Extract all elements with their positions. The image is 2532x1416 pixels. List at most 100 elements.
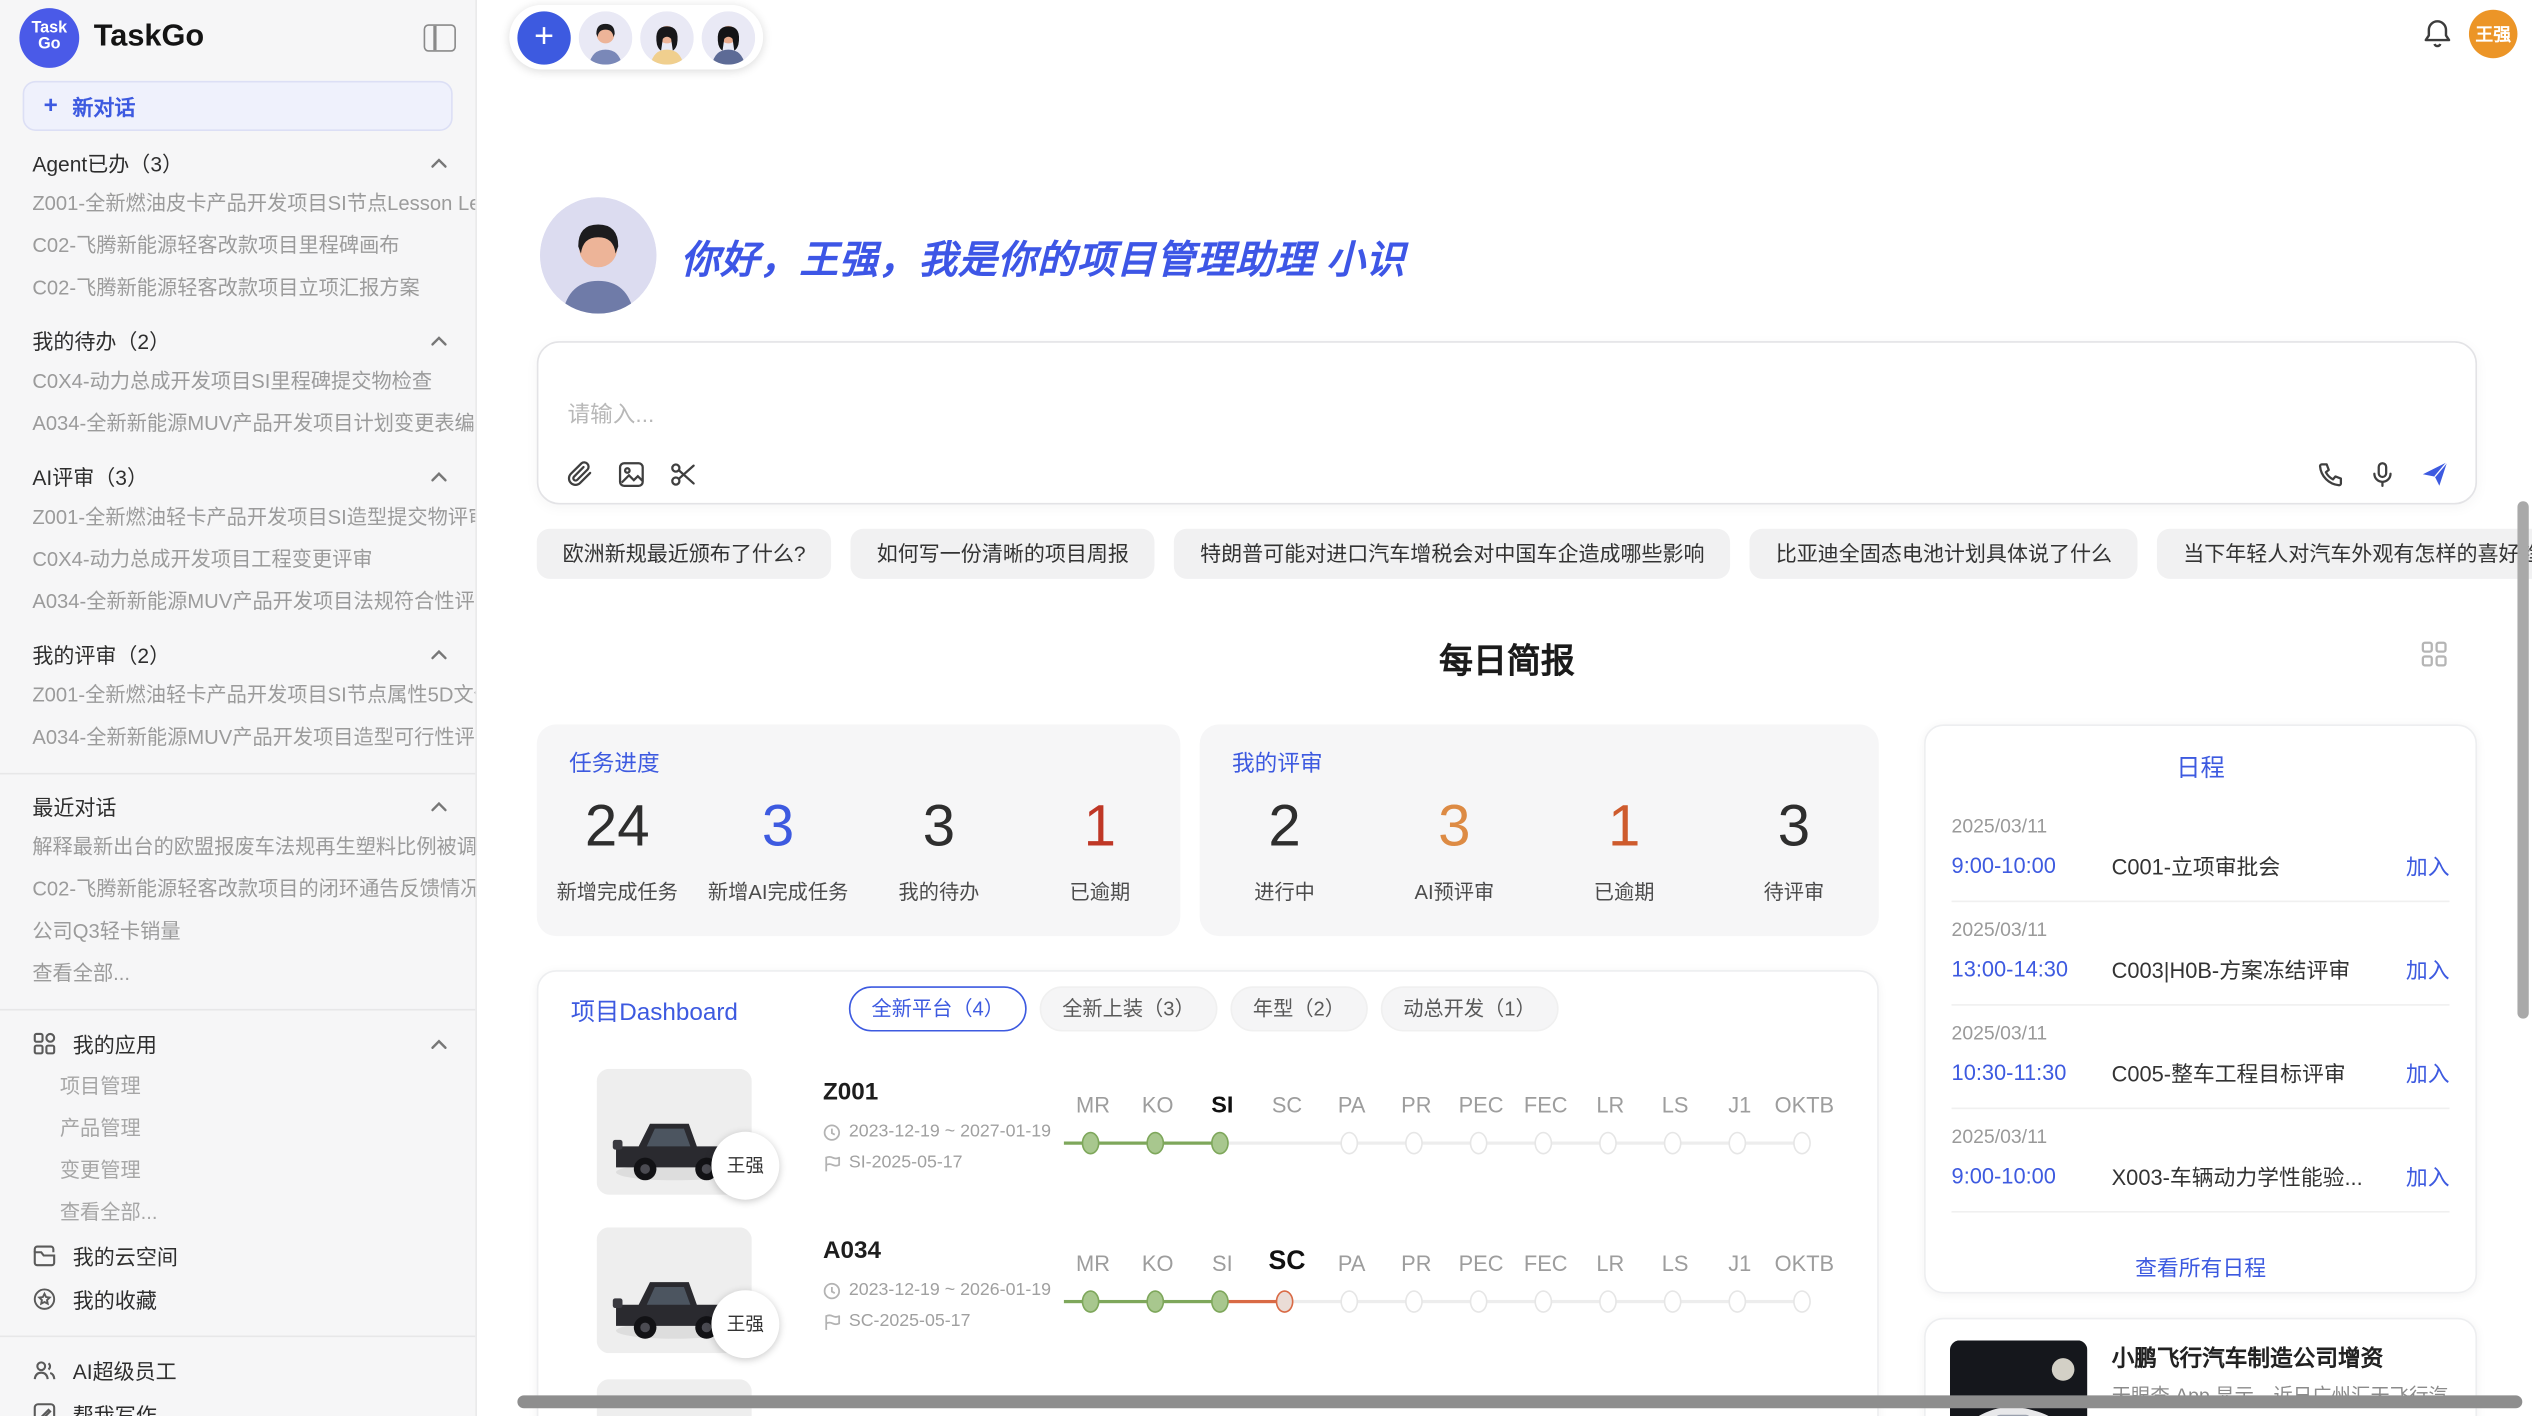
- owner-badge: 王强: [711, 1132, 779, 1200]
- project-name: A034: [823, 1237, 881, 1264]
- dashboard-tab[interactable]: 年型（2）: [1230, 986, 1367, 1031]
- milestone-dot-PA: [1340, 1132, 1358, 1155]
- sidebar-task-item[interactable]: C02-飞腾新能源轻客改款项目立项汇报方案: [0, 267, 475, 309]
- my-apps-label: 我的应用: [73, 1028, 413, 1059]
- scissors-icon[interactable]: [669, 461, 696, 488]
- suggestion-chip[interactable]: 欧洲新规最近颁布了什么?: [537, 529, 832, 579]
- taskgo-logo: Task Go: [19, 7, 79, 67]
- sidebar-item-tool[interactable]: AI超级员工: [0, 1348, 475, 1392]
- chevron-up-icon[interactable]: [428, 331, 449, 350]
- project-row[interactable]: 王强A0342023-12-19 ~ 2026-01-19SC-2025-05-…: [538, 1211, 1877, 1369]
- sidebar-app-link[interactable]: 变更管理: [0, 1150, 475, 1192]
- add-assistant-button[interactable]: +: [517, 11, 570, 64]
- sidebar-item-tool[interactable]: 帮我写作: [0, 1392, 475, 1416]
- event-join-link[interactable]: 加入: [2406, 1159, 2450, 1191]
- event-join-link[interactable]: 加入: [2406, 1056, 2450, 1088]
- sidebar-group-header[interactable]: Agent已办（3）: [0, 142, 475, 182]
- event-time: 13:00-14:30: [1952, 956, 2112, 980]
- image-icon[interactable]: [618, 461, 645, 488]
- stat-metric: 3我的待办: [859, 792, 1020, 905]
- chevron-up-icon[interactable]: [428, 1034, 449, 1053]
- suggestion-chip[interactable]: 特朗普可能对进口汽车增税会对中国车企造成哪些影响: [1174, 529, 1730, 579]
- stat-value: 3: [1369, 792, 1539, 860]
- recent-chats-title: 最近对话: [32, 791, 428, 822]
- sidebar-group-header[interactable]: 我的待办（2）: [0, 320, 475, 360]
- sidebar-task-item[interactable]: Z001-全新燃油皮卡产品开发项目SI节点Lesson Learn报告: [0, 183, 475, 225]
- phone-icon[interactable]: [2317, 460, 2344, 487]
- sidebar-group-header[interactable]: 我的评审（2）: [0, 634, 475, 674]
- recent-chat-item[interactable]: 解释最新出台的欧盟报废车法规再生塑料比例被调到15%...: [0, 826, 475, 868]
- divider: [0, 773, 475, 775]
- chevron-up-icon[interactable]: [428, 466, 449, 485]
- sidebar-app-link[interactable]: 产品管理: [0, 1108, 475, 1150]
- stat-metric: 1已逾期: [1019, 792, 1180, 905]
- assistant-switcher: +: [509, 5, 763, 70]
- sidebar-task-item[interactable]: C0X4-动力总成开发项目SI里程碑提交物检查: [0, 361, 475, 403]
- sidebar-task-item[interactable]: A034-全新新能源MUV产品开发项目计划变更表编写: [0, 403, 475, 445]
- milestone-label-SC: SC: [1255, 1093, 1320, 1117]
- chevron-up-icon[interactable]: [428, 796, 449, 815]
- assistant-avatar-3[interactable]: [702, 11, 755, 64]
- recent-chat-item[interactable]: C02-飞腾新能源轻客改款项目的闭环通告反馈情况: [0, 868, 475, 910]
- user-avatar[interactable]: 王强: [2469, 10, 2518, 59]
- new-chat-button[interactable]: + 新对话: [23, 81, 453, 131]
- suggestion-chip[interactable]: 比亚迪全固态电池计划具体说了什么: [1750, 529, 2138, 579]
- sidebar-task-item[interactable]: Z001-全新燃油轻卡产品开发项目SI节点属性5D文件评审: [0, 674, 475, 716]
- milestone-dot-PR: [1405, 1132, 1423, 1155]
- sidebar-task-item[interactable]: C0X4-动力总成开发项目工程变更评审: [0, 538, 475, 580]
- briefing-layout-icon[interactable]: [2420, 640, 2447, 667]
- sidebar-app-link[interactable]: 项目管理: [0, 1066, 475, 1108]
- event-date: 2025/03/11: [1952, 807, 2450, 838]
- sidebar-item-my-apps[interactable]: 我的应用: [0, 1022, 475, 1066]
- milestone-label-KO: KO: [1125, 1251, 1190, 1275]
- sidebar-item-cloud-space[interactable]: 我的云空间: [0, 1234, 475, 1278]
- milestone-label-PA: PA: [1319, 1093, 1384, 1117]
- stat-label: 已逾期: [1019, 875, 1180, 906]
- project-row[interactable]: 王强Z0012023-12-19 ~ 2027-01-19SI-2025-05-…: [538, 1053, 1877, 1211]
- view-all-schedule-link[interactable]: 查看所有日程: [1926, 1250, 2476, 1282]
- stat-metric: 3待评审: [1709, 792, 1879, 905]
- schedule-event: 2025/03/119:00-10:00C001-立项审批会加入: [1952, 807, 2450, 910]
- recent-chat-item[interactable]: 公司Q3轻卡销量: [0, 910, 475, 952]
- event-join-link[interactable]: 加入: [2406, 849, 2450, 881]
- sidebar-task-item[interactable]: Z001-全新燃油轻卡产品开发项目SI造型提交物评审: [0, 496, 475, 538]
- sidebar-app-link[interactable]: 查看全部...: [0, 1192, 475, 1234]
- chevron-up-icon[interactable]: [428, 644, 449, 663]
- dashboard-tab[interactable]: 全新上装（3）: [1040, 986, 1218, 1031]
- assistant-avatar-2[interactable]: [640, 11, 693, 64]
- vertical-scrollbar[interactable]: [2517, 501, 2528, 1018]
- assistant-avatar-1[interactable]: [579, 11, 632, 64]
- microphone-icon[interactable]: [2369, 460, 2396, 487]
- milestone-label-PR: PR: [1384, 1093, 1449, 1117]
- event-date: 2025/03/11: [1952, 1117, 2450, 1148]
- suggestion-chip[interactable]: 如何写一份清晰的项目周报: [851, 529, 1155, 579]
- milestone-dot-FEC: [1534, 1290, 1552, 1313]
- sidebar-collapse-icon[interactable]: [424, 23, 456, 50]
- dashboard-tab[interactable]: 动总开发（1）: [1381, 986, 1559, 1031]
- divider: [0, 1336, 475, 1338]
- dashboard-tab[interactable]: 全新平台（4）: [849, 986, 1027, 1031]
- send-icon[interactable]: [2420, 459, 2449, 488]
- milestone-dot-LR: [1599, 1132, 1617, 1155]
- chevron-up-icon[interactable]: [428, 153, 449, 172]
- notification-bell-icon[interactable]: [2422, 18, 2453, 50]
- news-title: 小鹏飞行汽车制造公司增资: [2112, 1342, 2453, 1374]
- sidebar-group-header[interactable]: AI评审（3）: [0, 456, 475, 496]
- chat-input[interactable]: [564, 395, 1961, 447]
- stat-value: 3: [859, 792, 1020, 860]
- recent-chats-header[interactable]: 最近对话: [0, 786, 475, 826]
- horizontal-scrollbar[interactable]: [517, 1395, 2522, 1408]
- sidebar-item-favorites[interactable]: 我的收藏: [0, 1277, 475, 1321]
- event-join-link[interactable]: 加入: [2406, 952, 2450, 984]
- recent-chat-item[interactable]: 查看全部...: [0, 952, 475, 994]
- sidebar-task-item[interactable]: C02-飞腾新能源轻客改款项目里程碑画布: [0, 225, 475, 267]
- milestone-label-LR: LR: [1578, 1093, 1643, 1117]
- milestone-segment: [1222, 1142, 1287, 1145]
- suggestion-chip[interactable]: 当下年轻人对汽车外观有怎样的喜好趋势: [2157, 529, 2532, 579]
- sidebar-task-item[interactable]: A034-全新新能源MUV产品开发项目法规符合性评审: [0, 580, 475, 622]
- attachment-icon[interactable]: [566, 461, 593, 488]
- sidebar-task-item[interactable]: A034-全新新能源MUV产品开发项目造型可行性评审: [0, 716, 475, 758]
- assistant-hero-avatar: [540, 197, 656, 313]
- logo-line2: Go: [38, 37, 60, 54]
- project-row-partial: [538, 1369, 1877, 1416]
